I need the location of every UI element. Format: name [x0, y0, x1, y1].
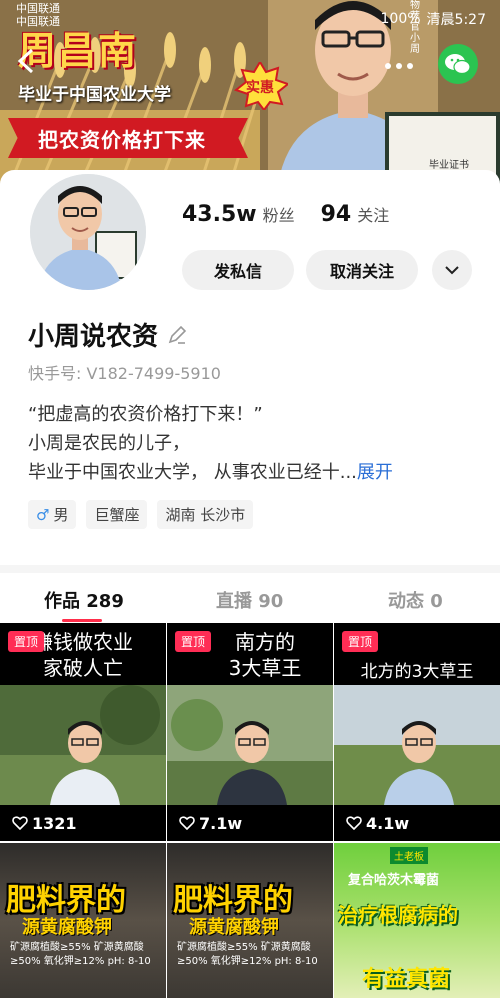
- avatar[interactable]: [26, 170, 150, 294]
- expand-more-button[interactable]: [432, 250, 472, 290]
- banner-subtitle: 毕业于中国农业大学: [18, 85, 171, 105]
- male-icon: ♂: [36, 505, 50, 524]
- video-likes: 7.1w: [167, 805, 333, 841]
- wechat-share-button[interactable]: [438, 44, 478, 84]
- video-cover-headline: 治疗根腐病的: [338, 903, 458, 927]
- gender-tag: ♂ 男: [28, 500, 77, 529]
- more-options-button[interactable]: [384, 52, 414, 77]
- stats-row: 43.5w 粉丝 94 关注: [182, 202, 389, 227]
- following-count: 94: [320, 202, 352, 227]
- wechat-icon: [445, 54, 471, 75]
- location-tag: 湖南 长沙市: [157, 500, 254, 529]
- video-card[interactable]: 置顶 赚钱做农业 家破人亡 1321: [0, 623, 166, 841]
- active-tab-indicator: [62, 619, 102, 622]
- unfollow-button[interactable]: 取消关注: [306, 250, 418, 290]
- video-thumbnail: [167, 685, 333, 805]
- carrier-2: 中国联通: [16, 15, 60, 28]
- followers-count: 43.5w: [182, 202, 257, 227]
- nickname: 小周说农资: [28, 322, 159, 352]
- profile-section: 43.5w 粉丝 94 关注 发私信 取消关注 小周说农资 快手号: V182-74…: [0, 170, 500, 565]
- carrier-info: 中国联通 中国联通: [16, 2, 60, 28]
- likes-count: 4.1w: [366, 813, 410, 833]
- clock: 清晨5:27: [426, 12, 486, 28]
- carrier-1: 中国联通: [16, 2, 60, 15]
- heart-icon: [12, 816, 28, 830]
- content-tabs: 作品 289 直播 90 动态 0: [0, 565, 500, 623]
- video-card[interactable]: 置顶 南方的 3大草王 7.1w: [167, 623, 333, 841]
- gender-label: 男: [53, 506, 69, 524]
- tab-moments[interactable]: 动态 0: [388, 587, 443, 613]
- followers-stat[interactable]: 43.5w 粉丝: [182, 202, 295, 227]
- video-cover-subline: 有益真菌: [362, 967, 451, 992]
- tab-live[interactable]: 直播 90: [216, 587, 283, 613]
- likes-count: 1321: [32, 813, 77, 833]
- video-grid: 置顶 赚钱做农业 家破人亡 1321 置顶 南方的 3大草王 7.1w 置顶 北…: [0, 623, 500, 1000]
- nickname-row: 小周说农资: [28, 316, 188, 353]
- video-thumbnail: [334, 685, 500, 805]
- video-likes: 1321: [0, 805, 166, 841]
- video-cover-specs: 矿源腐植酸≥55% 矿源黄腐酸≥50% 氧化钾≥12% pH: 8-10: [10, 942, 151, 967]
- pinned-badge: 置顶: [8, 631, 45, 652]
- chevron-down-icon: [445, 266, 459, 275]
- video-card[interactable]: 置顶 北方的3大草王 4.1w: [334, 623, 500, 841]
- video-cover-subline: 源黄腐酸钾: [22, 917, 112, 938]
- discount-badge-icon: 实惠: [233, 62, 288, 110]
- heart-icon: [179, 816, 195, 830]
- video-cover-product: 复合哈茨木霉菌: [348, 873, 440, 888]
- video-cover-subline: 源黄腐酸钾: [189, 917, 279, 938]
- battery-text: 100%: [380, 11, 421, 27]
- pinned-badge: 置顶: [342, 631, 379, 652]
- avatar-photo: [30, 174, 146, 290]
- chevron-left-icon: [17, 48, 34, 74]
- badge-text: 实惠: [246, 79, 274, 96]
- bio-line-3-text: 毕业于中国农业大学， 从事农业已经十...: [28, 462, 357, 483]
- slogan-text: 把农资价格打下来: [38, 128, 206, 152]
- tab-works[interactable]: 作品 289: [44, 587, 124, 613]
- bio-line-2: 小周是农民的儿子，: [28, 433, 190, 454]
- account-id: 快手号: V182-7499-5910: [28, 364, 221, 383]
- expand-bio-link[interactable]: 展开: [357, 462, 393, 483]
- video-likes: 4.1w: [334, 805, 500, 841]
- heart-icon: [346, 816, 362, 830]
- video-card[interactable]: 肥料界的 源黄腐酸钾 矿源腐植酸≥55% 矿源黄腐酸≥50% 氧化钾≥12% p…: [167, 843, 333, 998]
- send-message-button[interactable]: 发私信: [182, 250, 294, 290]
- following-stat[interactable]: 94 关注: [321, 202, 390, 227]
- brand-badge: 土老板: [390, 847, 428, 864]
- bio: “把虚高的农资价格打下来！” 小周是农民的儿子， 毕业于中国农业大学， 从事农业…: [28, 400, 478, 487]
- edit-pencil-icon[interactable]: [166, 324, 188, 346]
- following-label: 关注: [357, 206, 390, 225]
- back-button[interactable]: [16, 48, 46, 78]
- video-card[interactable]: 肥料界的 源黄腐酸钾 矿源腐植酸≥55% 矿源黄腐酸≥50% 氧化钾≥12% p…: [0, 843, 166, 998]
- status-bar: 中国联通 中国联通 100% 清晨5:27: [0, 0, 500, 30]
- followers-label: 粉丝: [262, 206, 295, 225]
- video-cover-specs: 矿源腐植酸≥55% 矿源黄腐酸≥50% 氧化钾≥12% pH: 8-10: [177, 942, 318, 967]
- likes-count: 7.1w: [199, 813, 243, 833]
- profile-tags: ♂ 男 巨蟹座 湖南 长沙市: [28, 500, 254, 529]
- video-card[interactable]: 土老板 复合哈茨木霉菌 治疗根腐病的 有益真菌: [334, 843, 500, 998]
- video-thumbnail: [0, 685, 166, 805]
- bio-line-1: “把虚高的农资价格打下来！”: [28, 404, 263, 425]
- zodiac-tag: 巨蟹座: [86, 500, 148, 529]
- bio-line-3: 毕业于中国农业大学， 从事农业已经十...展开: [28, 458, 478, 487]
- status-right: 100% 清晨5:27: [381, 9, 486, 29]
- certificate-text: 毕业证书: [429, 160, 469, 171]
- more-dots-icon: [385, 63, 413, 69]
- pinned-badge: 置顶: [175, 631, 212, 652]
